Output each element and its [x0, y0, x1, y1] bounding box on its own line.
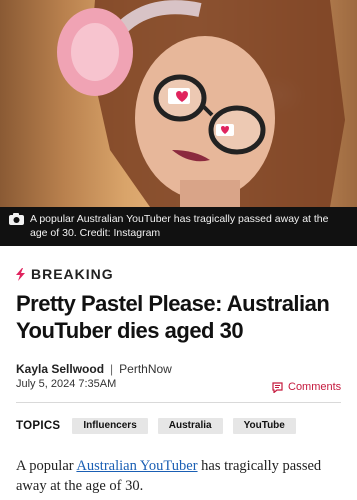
byline: Kayla Sellwood | PerthNow	[16, 362, 172, 376]
breaking-text: BREAKING	[31, 266, 114, 282]
byline-separator: |	[110, 362, 114, 376]
topic-chip-australia[interactable]: Australia	[157, 418, 223, 434]
article-lead: A popular Australian YouTuber has tragic…	[16, 456, 346, 496]
topic-chip-influencers[interactable]: Influencers	[72, 418, 148, 434]
publish-date: July 5, 2024 7:35AM	[16, 378, 117, 390]
comment-icon	[272, 381, 283, 393]
breaking-label: BREAKING	[16, 266, 114, 282]
hero-image	[0, 0, 357, 207]
author-name[interactable]: Kayla Sellwood	[16, 362, 104, 376]
lead-link[interactable]: Australian YouTuber	[76, 458, 197, 474]
comments-button[interactable]: Comments	[272, 381, 341, 393]
divider	[16, 402, 341, 403]
lightning-bolt-icon	[16, 267, 25, 281]
topics-label: TOPICS	[16, 420, 61, 432]
comments-label: Comments	[288, 381, 342, 393]
hero-photo	[57, 0, 345, 207]
outlet-name: PerthNow	[119, 362, 172, 376]
image-caption: A popular Australian YouTuber has tragic…	[0, 207, 357, 246]
article-headline: Pretty Pastel Please: Australian YouTube…	[16, 291, 330, 343]
camera-icon	[9, 213, 24, 225]
topic-chip-youtube[interactable]: YouTube	[232, 418, 296, 434]
topics-bar: TOPICS Influencers Australia YouTube	[16, 418, 306, 434]
caption-text: A popular Australian YouTuber has tragic…	[30, 213, 329, 239]
lead-prefix: A popular	[16, 458, 77, 474]
